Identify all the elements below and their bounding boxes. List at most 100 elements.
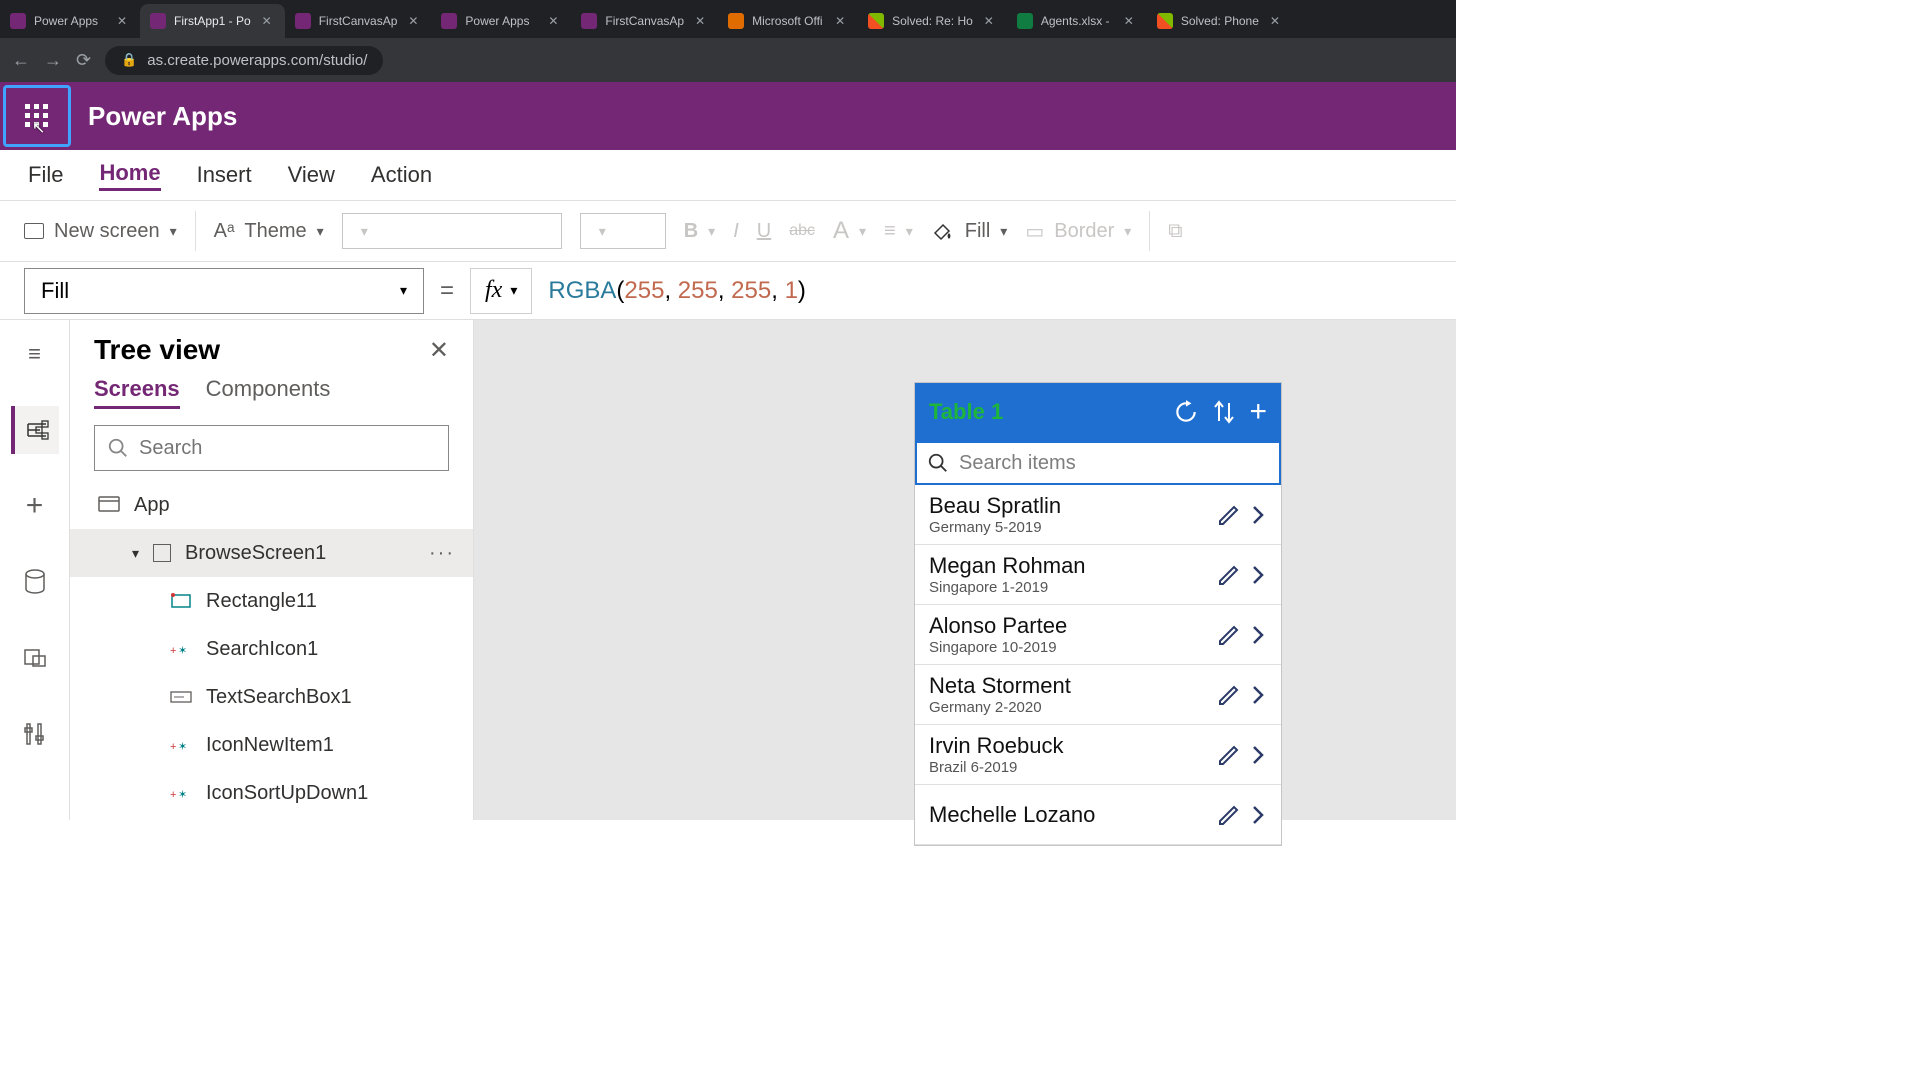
forward-button[interactable]: → [44,50,62,71]
menu-file[interactable]: File [28,162,63,188]
tree-node-browsescreen[interactable]: ▾ BrowseScreen1 ··· [70,529,473,577]
app-search[interactable]: Search items [915,441,1281,485]
menu-insert[interactable]: Insert [197,162,252,188]
item-name: Irvin Roebuck [929,733,1209,759]
tree-node[interactable]: Rectangle11 [70,577,473,625]
reorder-icon[interactable]: ⧉ [1168,220,1182,243]
media-button[interactable] [11,634,59,682]
close-icon[interactable]: ✕ [1267,14,1283,28]
close-icon[interactable]: ✕ [429,336,449,365]
chevron-right-icon[interactable] [1249,563,1267,587]
tree-tab-components[interactable]: Components [206,376,331,409]
tab-title: Power Apps [465,14,537,28]
close-icon[interactable]: ✕ [832,14,848,28]
tree-node[interactable]: +✶SearchIcon1 [70,625,473,673]
browser-tab[interactable]: Solved: Phone✕ [1147,4,1293,38]
close-icon[interactable]: ✕ [1121,14,1137,28]
list-item[interactable]: Neta StormentGermany 2-2020 [915,665,1281,725]
tools-button[interactable] [11,710,59,758]
hamburger-button[interactable]: ≡ [11,330,59,378]
add-icon[interactable]: + [1249,395,1267,429]
tree-node[interactable]: TextSearchBox1 [70,673,473,721]
list-item[interactable]: Irvin RoebuckBrazil 6-2019 [915,725,1281,785]
reload-button[interactable]: ⟳ [76,50,91,71]
close-icon[interactable]: ✕ [405,14,421,28]
browser-tab[interactable]: FirstApp1 - Po✕ [140,4,285,38]
fill-button[interactable]: Fill ▾ [931,219,1008,243]
size-select[interactable]: ▾ [580,213,666,249]
back-button[interactable]: ← [12,50,30,71]
chevron-right-icon[interactable] [1249,683,1267,707]
align-button[interactable]: ≡▾ [884,220,913,243]
chevron-right-icon[interactable] [1249,803,1267,827]
close-icon[interactable]: ✕ [259,14,275,28]
tree-node-app[interactable]: App [70,481,473,529]
app-search-placeholder: Search items [959,452,1076,475]
chevron-right-icon[interactable] [1249,743,1267,767]
font-color-button[interactable]: A▾ [833,217,866,245]
edit-icon[interactable] [1217,503,1241,527]
font-select[interactable]: ▾ [342,213,562,249]
theme-icon: Aᵃ [214,220,235,243]
browser-tab[interactable]: Power Apps✕ [0,4,140,38]
favicon [581,13,597,29]
browser-tab[interactable]: Solved: Re: Ho✕ [858,4,1007,38]
close-icon[interactable]: ✕ [114,14,130,28]
tree-search-input[interactable] [139,437,436,460]
chevron-right-icon[interactable] [1249,503,1267,527]
formula-input[interactable]: RGBA(255, 255, 255, 1) [548,277,806,305]
menu-view[interactable]: View [288,162,335,188]
tree-search[interactable] [94,425,449,471]
insert-button[interactable]: + [11,482,59,530]
edit-icon[interactable] [1217,683,1241,707]
edit-icon[interactable] [1217,743,1241,767]
tree-view-title: Tree view [94,334,220,366]
canvas[interactable]: Table 1 + Search items Beau SpratlinGerm… [474,320,1456,820]
tab-title: Microsoft Offi [752,14,824,28]
node-icon [170,592,192,610]
underline-button[interactable]: U [757,220,771,243]
tree-view-button[interactable] [11,406,59,454]
list-item[interactable]: Beau SpratlinGermany 5-2019 [915,485,1281,545]
browser-tab[interactable]: Agents.xlsx - ✕ [1007,4,1147,38]
refresh-icon[interactable] [1173,399,1199,425]
chevron-down-icon[interactable]: ▾ [132,545,139,562]
sort-icon[interactable] [1213,399,1235,425]
tree-node[interactable]: +✶IconSortUpDown1 [70,769,473,817]
property-select[interactable]: Fill ▾ [24,268,424,314]
checkbox[interactable] [153,544,171,562]
browser-tab[interactable]: Power Apps ✕ [431,4,571,38]
menu-bar: File Home Insert View Action [0,150,1456,200]
strike-button[interactable]: abc [789,222,815,240]
theme-button[interactable]: Aᵃ Theme ▾ [214,220,324,243]
list-item[interactable]: Alonso ParteeSingapore 10-2019 [915,605,1281,665]
data-button[interactable] [11,558,59,606]
close-icon[interactable]: ✕ [692,14,708,28]
screen-icon [24,223,44,239]
browser-tab[interactable]: Microsoft Offi ✕ [718,4,858,38]
address-bar[interactable]: 🔒 as.create.powerapps.com/studio/ [105,46,383,75]
menu-home[interactable]: Home [99,160,160,191]
tree-tab-screens[interactable]: Screens [94,376,180,409]
border-button[interactable]: ▭ Border ▾ [1025,219,1131,244]
app-launcher-button[interactable]: ↖ [3,85,71,147]
close-icon[interactable]: ✕ [981,14,997,28]
fx-button[interactable]: fx ▾ [470,268,532,314]
edit-icon[interactable] [1217,623,1241,647]
browser-tab[interactable]: FirstCanvasAp✕ [571,4,718,38]
edit-icon[interactable] [1217,563,1241,587]
tree-node[interactable]: +✶IconNewItem1 [70,721,473,769]
bucket-icon [931,219,955,243]
list-item[interactable]: Megan RohmanSingapore 1-2019 [915,545,1281,605]
bold-button[interactable]: B▾ [684,220,715,243]
chevron-right-icon[interactable] [1249,623,1267,647]
list-item[interactable]: Mechelle Lozano [915,785,1281,845]
menu-action[interactable]: Action [371,162,432,188]
favicon [441,13,457,29]
browser-tab[interactable]: FirstCanvasAp✕ [285,4,432,38]
italic-button[interactable]: I [733,220,739,243]
edit-icon[interactable] [1217,803,1241,827]
more-icon[interactable]: ··· [429,542,455,565]
new-screen-button[interactable]: New screen ▾ [24,220,177,243]
close-icon[interactable]: ✕ [545,14,561,28]
